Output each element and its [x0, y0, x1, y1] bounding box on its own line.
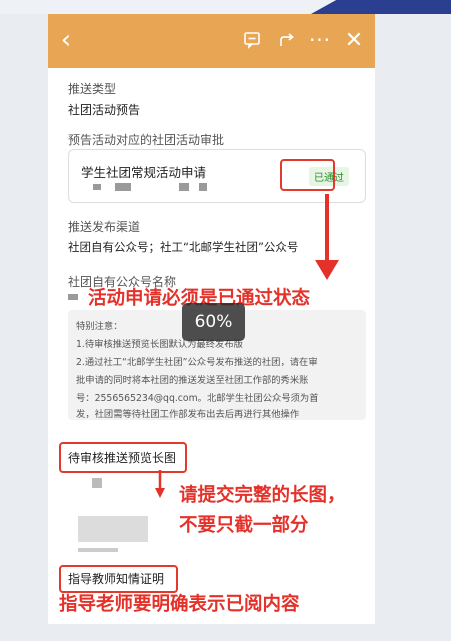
- blurred-image: [78, 548, 118, 552]
- highlight-box-preview: [59, 442, 187, 473]
- share-icon[interactable]: [275, 28, 299, 52]
- approval-title: 学生社团常规活动申请: [81, 165, 207, 180]
- more-horizontal-icon[interactable]: ···: [308, 28, 332, 52]
- arrow-down-icon: [155, 470, 165, 498]
- channel-value: 社团自有公众号；社工“北邮学生社团”公众号: [68, 240, 299, 254]
- blurred-image: [78, 516, 148, 542]
- top-accent: [311, 0, 451, 14]
- top-strip: [0, 0, 451, 14]
- blurred-text: [68, 294, 78, 300]
- push-type-value: 社团活动预告: [68, 103, 141, 117]
- annotation-note-3: 指导老师要明确表示已阅内容: [59, 594, 300, 615]
- close-icon[interactable]: ✕: [342, 28, 366, 53]
- annotation-note-2a: 请提交完整的长图，: [179, 485, 346, 506]
- bottom-strip: [0, 624, 451, 641]
- notice-line: 批申请的同时将本社团的推送发送至社团工作部的秀米账: [76, 375, 309, 386]
- blurred-image: [92, 478, 102, 488]
- arrow-down-icon: [315, 194, 339, 280]
- highlight-box-teacher: [59, 565, 178, 593]
- phone-screen: ‹ ··· ✕ ····· 推送类型 社团活动预告 预告活动对应的社团活动审批 …: [48, 14, 375, 624]
- push-type-label: 推送类型: [68, 82, 117, 96]
- blurred-text: [179, 183, 189, 191]
- title-bar: ‹ ··· ✕: [48, 14, 375, 68]
- blurred-text: [115, 183, 131, 191]
- notice-line: 号：2556565234@qq.com。北邮学生社团公众号须为首: [76, 393, 319, 404]
- blurred-text: [93, 184, 101, 190]
- message-square-icon[interactable]: [240, 28, 264, 52]
- notice-title: 特别注意：: [76, 321, 123, 332]
- channel-label: 推送发布渠道: [68, 220, 141, 234]
- notice-line: 发，社团需等待社团工作部发布出去后再进行其他操作: [76, 409, 300, 420]
- annotation-note-2b: 不要只截一部分: [179, 515, 309, 536]
- blurred-text: [199, 183, 207, 191]
- loading-toast: 60%: [182, 303, 245, 341]
- highlight-box-status: [280, 159, 335, 191]
- chevron-left-icon[interactable]: ‹: [54, 27, 78, 53]
- notice-line: 2.通过社工“北邮学生社团”公众号发布推送的社团，请在审: [76, 357, 318, 368]
- approval-label: 预告活动对应的社团活动审批: [68, 133, 225, 147]
